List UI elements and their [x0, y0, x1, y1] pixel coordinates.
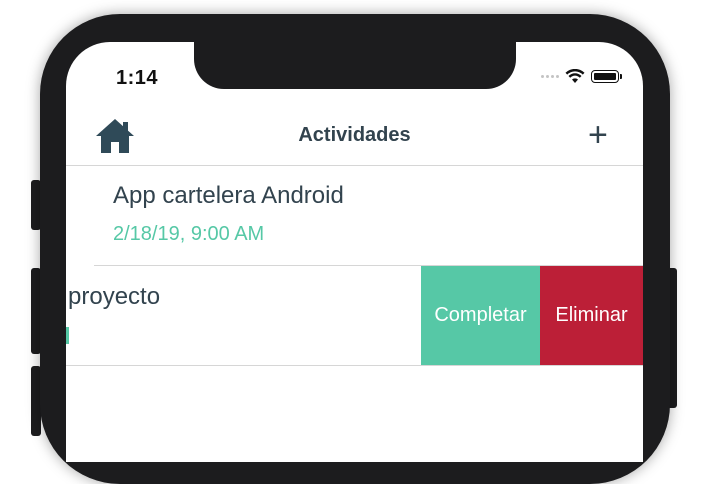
complete-button[interactable]: Completar	[421, 266, 540, 365]
signal-icon	[541, 75, 559, 78]
status-time: 1:14	[116, 67, 159, 89]
list-item-swiped[interactable]: o proyecto Completar Eliminar	[66, 266, 643, 365]
notch	[194, 42, 516, 89]
navigation-bar: Actividades +	[66, 112, 643, 166]
activity-date: 2/18/19, 9:00 AM	[113, 223, 265, 245]
activity-title: App cartelera Android	[113, 182, 344, 209]
battery-icon	[591, 70, 622, 83]
activity-date-fragment	[66, 327, 69, 344]
page-title: Actividades	[298, 124, 411, 146]
list-item[interactable]: App cartelera Android 2/18/19, 9:00 AM	[66, 166, 643, 265]
add-button[interactable]: +	[588, 118, 608, 152]
phone-screen: 1:14 Actividades + App cartelera Android…	[66, 42, 643, 462]
activity-title: o proyecto	[66, 283, 161, 310]
row-divider	[66, 365, 643, 366]
delete-button[interactable]: Eliminar	[540, 266, 643, 365]
status-indicators	[541, 69, 622, 84]
wifi-icon	[565, 69, 585, 83]
